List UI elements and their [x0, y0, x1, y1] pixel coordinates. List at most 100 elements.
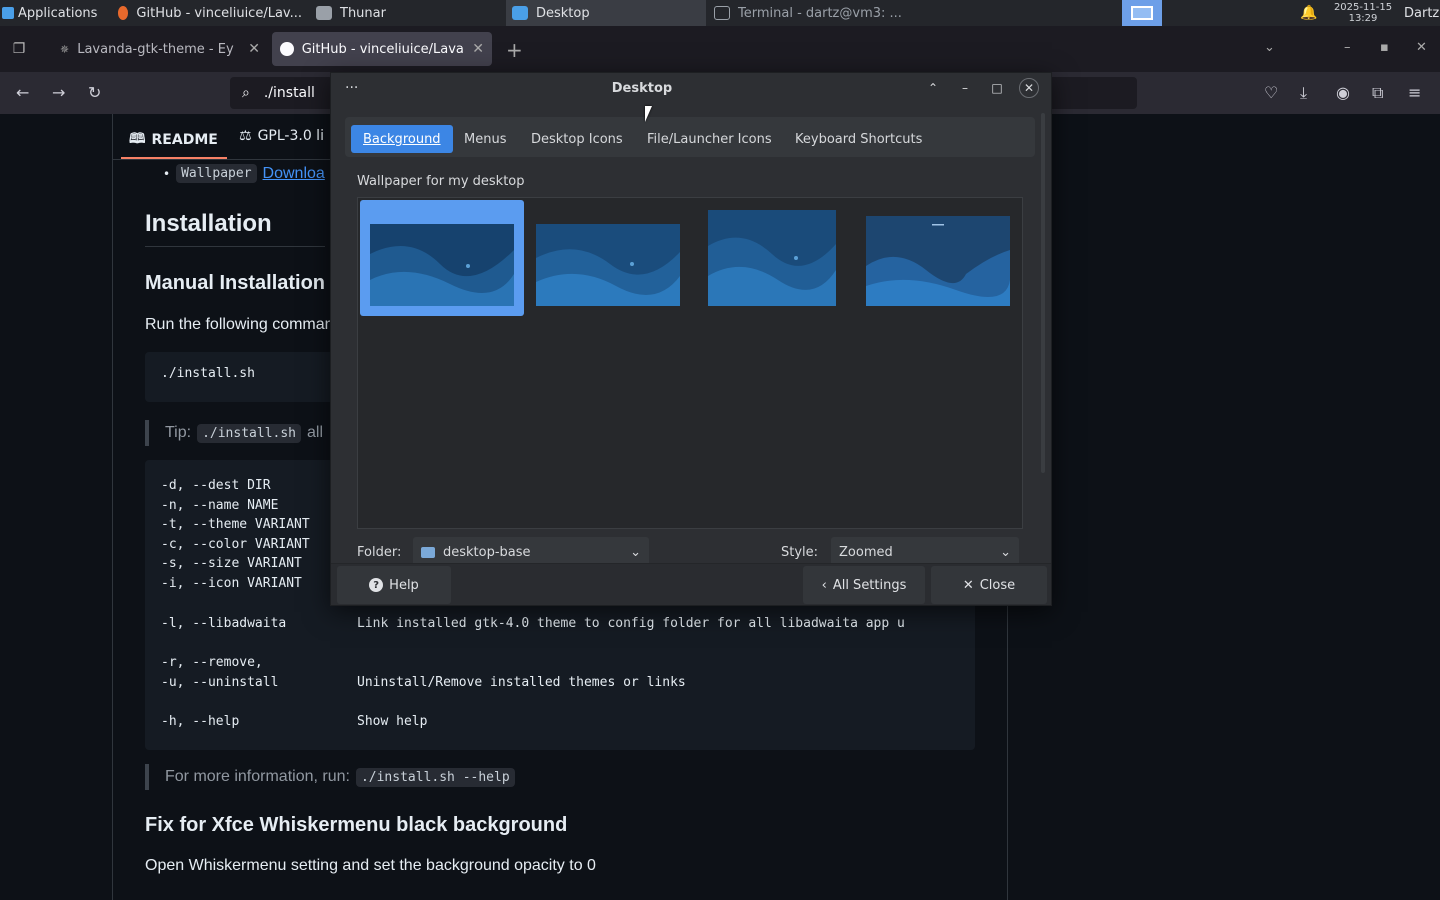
taskbar-item-label: Terminal - dartz@vm3: ... — [738, 5, 902, 21]
wallpaper-code: Wallpaper — [176, 164, 257, 183]
book-icon: 🕮 — [129, 131, 146, 147]
terminal-icon — [714, 6, 730, 20]
tip-quote: Tip: ./install.sh all — [145, 420, 323, 446]
dialog-scrollbar[interactable] — [1041, 113, 1045, 473]
minimize-icon[interactable]: – — [1344, 40, 1351, 55]
all-settings-button[interactable]: ‹ All Settings — [803, 566, 925, 604]
list-item: • Wallpaper Downloa — [163, 164, 325, 183]
tab-title: GitHub - vinceliuice/Lava — [301, 41, 464, 57]
taskbar-item-label: Thunar — [340, 5, 386, 21]
reload-icon[interactable]: ↻ — [88, 83, 101, 102]
bullet: • — [163, 166, 171, 181]
active-tab-underline — [121, 157, 227, 159]
tab-close-icon[interactable]: ✕ — [472, 41, 484, 57]
settings-tabs: Background Menus Desktop Icons File/Laun… — [345, 117, 1035, 157]
install-command: ./install.sh — [161, 366, 255, 381]
option-flag: -i, --icon VARIANT — [161, 576, 302, 591]
wallpaper-thumbnail[interactable] — [370, 224, 514, 306]
taskbar-item-desktop[interactable]: Desktop — [506, 0, 706, 26]
close-icon[interactable]: ✕ — [1019, 78, 1039, 98]
option-description: Link installed gtk-4.0 theme to config f… — [357, 616, 905, 631]
style-value: Zoomed — [839, 544, 893, 560]
notification-bell-icon[interactable]: 🔔 — [1300, 0, 1318, 26]
tab-close-icon[interactable]: ✕ — [248, 41, 260, 57]
tab-desktop-icons[interactable]: Desktop Icons — [519, 125, 635, 153]
wallpaper-grid — [357, 197, 1023, 529]
close-window-icon[interactable]: ✕ — [1416, 40, 1427, 55]
more-info-text: For more information, run: — [165, 768, 350, 785]
downloads-icon[interactable]: ⤓ — [1300, 83, 1307, 103]
installation-heading: Installation — [145, 210, 272, 237]
minimize-icon[interactable]: – — [955, 73, 975, 103]
tab-list-icon[interactable]: ❐ — [10, 40, 28, 58]
wallpaper-thumbnail[interactable] — [866, 216, 1010, 306]
taskbar-item-thunar[interactable]: Thunar — [310, 0, 506, 26]
chevron-down-icon: ⌄ — [1000, 544, 1011, 560]
user-menu[interactable]: Dartz — [1404, 0, 1440, 26]
pocket-icon[interactable]: ♡ — [1264, 83, 1278, 102]
applications-menu[interactable]: Applications — [2, 0, 110, 26]
all-settings-label: All Settings — [832, 577, 907, 593]
tip-label: Tip: — [165, 424, 192, 441]
dialog-titlebar[interactable]: ··· Desktop ⌃ – □ ✕ — [331, 73, 1051, 103]
back-icon[interactable]: ← — [16, 83, 29, 102]
tab-readme[interactable]: 🕮 README — [129, 128, 218, 152]
option-flag: -n, --name NAME — [161, 498, 279, 513]
option-flag: -l, --libadwaita — [161, 616, 287, 631]
forward-icon[interactable]: → — [52, 83, 65, 102]
tab-label: README — [151, 132, 218, 148]
applications-label: Applications — [18, 5, 98, 21]
maximize-icon[interactable]: □ — [987, 73, 1007, 103]
extensions-icon[interactable]: ⧉ — [1372, 83, 1383, 103]
tab-background[interactable]: Background — [351, 125, 453, 153]
tab-license[interactable]: ⚖ GPL-3.0 li — [239, 128, 324, 144]
shade-chevron-up-icon[interactable]: ⌃ — [923, 73, 943, 103]
clock[interactable]: 2025-11-15 13:29 — [1330, 0, 1396, 26]
wallpaper-thumbnail[interactable] — [536, 224, 680, 306]
top-panel: Applications GitHub - vinceliuice/Lav...… — [0, 0, 1440, 26]
tab-file-launcher-icons[interactable]: File/Launcher Icons — [635, 125, 784, 153]
tab-github[interactable]: GitHub - vinceliuice/Lava ✕ — [272, 32, 492, 66]
wallpaper-thumbnail[interactable] — [708, 210, 836, 306]
applications-icon — [2, 7, 14, 19]
taskbar-item-label: GitHub - vinceliuice/Lav... — [136, 5, 302, 21]
download-link[interactable]: Downloa — [263, 165, 325, 183]
close-button[interactable]: ✕ Close — [931, 566, 1047, 604]
dialog-title: Desktop — [611, 80, 673, 96]
help-label: Help — [389, 577, 419, 593]
taskbar-item-firefox[interactable]: GitHub - vinceliuice/Lav... — [112, 0, 308, 26]
tab-favicon-icon: ✵ — [60, 42, 70, 56]
manual-installation-heading: Manual Installation — [145, 272, 326, 294]
hamburger-menu-icon[interactable]: ≡ — [1408, 83, 1421, 102]
tab-title: Lavanda-gtk-theme - Ey — [77, 41, 234, 57]
tab-keyboard-shortcuts[interactable]: Keyboard Shortcuts — [783, 125, 934, 153]
folder-icon — [421, 546, 435, 558]
browser-tab-bar: ❐ ✵ Lavanda-gtk-theme - Ey ✕ GitHub - vi… — [0, 26, 1440, 72]
account-icon[interactable]: ◉ — [1336, 83, 1350, 102]
tab-menus[interactable]: Menus — [452, 125, 518, 153]
option-flag: -h, --help — [161, 714, 240, 729]
thunar-icon — [316, 6, 332, 20]
heading-divider — [145, 246, 325, 247]
tip-rest: all — [307, 424, 324, 441]
new-tab-button[interactable]: + — [506, 38, 523, 62]
maximize-icon[interactable]: ▪ — [1380, 40, 1389, 55]
chevron-down-icon: ⌄ — [630, 544, 641, 560]
tab-overflow-chevron-icon[interactable]: ⌄ — [1264, 40, 1275, 55]
github-favicon-icon — [280, 42, 294, 56]
show-desktop-button[interactable] — [1122, 0, 1162, 26]
whiskermenu-heading: Fix for Xfce Whiskermenu black backgroun… — [145, 814, 568, 836]
tab-label: File/Launcher Icons — [647, 131, 772, 147]
show-desktop-icon — [1131, 6, 1153, 20]
help-button[interactable]: ? Help — [337, 566, 451, 604]
option-flag: -d, --dest DIR — [161, 478, 271, 493]
option-flag: -s, --size VARIANT — [161, 556, 302, 571]
tab-lavanda[interactable]: ✵ Lavanda-gtk-theme - Ey ✕ — [52, 32, 268, 66]
option-flag: -c, --color VARIANT — [161, 537, 310, 552]
more-info-quote: For more information, run: ./install.sh … — [145, 764, 515, 790]
option-flag: -r, --remove, — [161, 655, 263, 670]
option-description: Uninstall/Remove installed themes or lin… — [357, 675, 686, 690]
tip-code: ./install.sh — [197, 423, 301, 443]
desktop-settings-dialog: ··· Desktop ⌃ – □ ✕ Background Menus Des… — [330, 72, 1052, 606]
taskbar-item-terminal[interactable]: Terminal - dartz@vm3: ... — [708, 0, 908, 26]
